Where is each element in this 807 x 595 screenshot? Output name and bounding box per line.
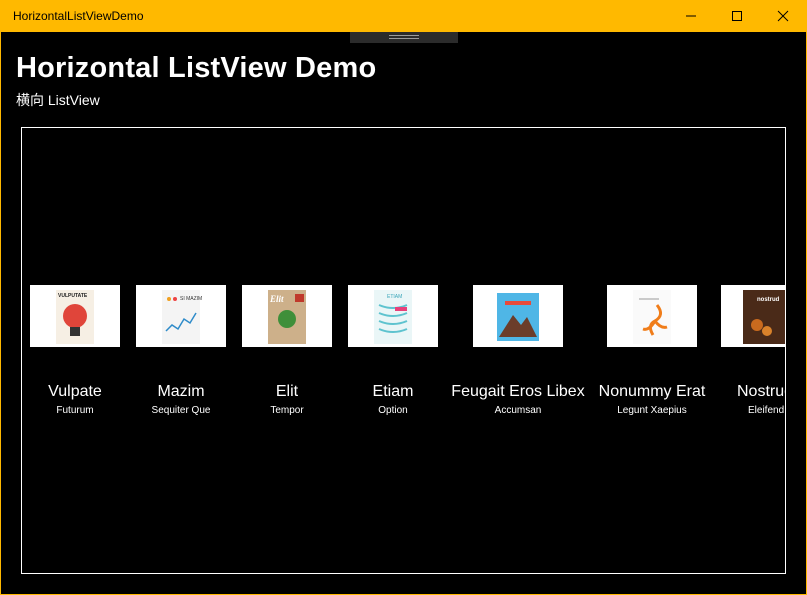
close-button[interactable] (760, 0, 806, 32)
book-cover-image (633, 290, 671, 344)
cover-text: nostrud (757, 297, 780, 303)
minimize-button[interactable] (668, 0, 714, 32)
item-subtitle: Legunt Xaepius (617, 405, 687, 416)
item-title: Mazim (157, 383, 205, 400)
book-cover-image: VULPUTATE (56, 290, 94, 344)
book-cover-thumbnail: SI MAZIM (136, 285, 226, 347)
maximize-icon (732, 11, 742, 21)
cover-text: Elit (269, 294, 284, 304)
page-subtitle: 横向 ListView (16, 92, 100, 108)
grip-line (389, 35, 419, 36)
book-cover-thumbnail: Elit (242, 285, 332, 347)
item-subtitle: Futurum (56, 405, 94, 416)
item-title: Nostrud (737, 383, 785, 400)
item-title: Nonummy Erat (598, 383, 706, 400)
item-title: Feugait Eros Libex (451, 383, 585, 400)
book-cover-thumbnail (607, 285, 697, 347)
book-cover-thumbnail: nostrud (721, 285, 785, 347)
cover-text: ETIAM (387, 294, 402, 300)
item-subtitle: Tempor (270, 405, 304, 416)
cover-text: SI MAZIM (180, 296, 202, 302)
book-cover-thumbnail (473, 285, 563, 347)
book-cover-thumbnail: ETIAM (348, 285, 438, 347)
item-title: Elit (275, 383, 299, 400)
item-title: Etiam (372, 383, 414, 400)
grip-line (389, 38, 419, 39)
book-cover-image: SI MAZIM (162, 290, 202, 344)
tablet-mode-grip[interactable] (350, 32, 458, 43)
close-icon (777, 10, 789, 22)
title-bar[interactable]: HorizontalListViewDemo (0, 0, 807, 32)
item-subtitle: Sequiter Que (151, 405, 211, 416)
cover-text: VULPUTATE (58, 293, 88, 299)
minimize-icon (686, 15, 696, 17)
book-cover-image: ETIAM (374, 290, 412, 344)
item-subtitle: Eleifend (748, 405, 785, 416)
item-subtitle: Accumsan (494, 405, 542, 416)
book-cover-image: Elit (268, 290, 306, 344)
page-title: Horizontal ListView Demo (16, 52, 377, 84)
book-cover-thumbnail: VULPUTATE (30, 285, 120, 347)
book-cover-image: nostrud (743, 290, 785, 344)
item-subtitle: Option (378, 405, 408, 416)
maximize-button[interactable] (714, 0, 760, 32)
horizontal-listview[interactable]: VULPUTATE Vulpate Futurum SI MAZIM Mazim… (21, 127, 786, 574)
book-cover-image (497, 293, 539, 341)
item-title: Vulpate (48, 383, 102, 400)
window-title: HorizontalListViewDemo (13, 9, 144, 23)
